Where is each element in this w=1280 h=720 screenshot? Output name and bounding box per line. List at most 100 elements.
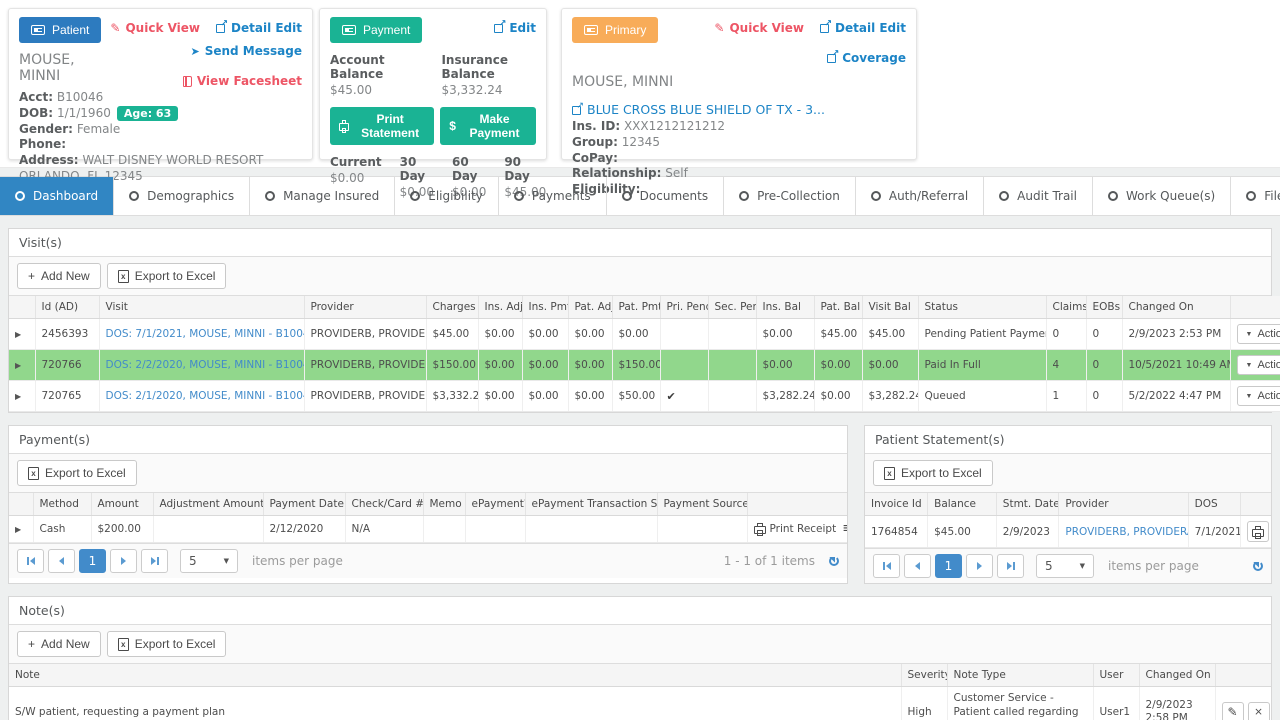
- pager-last-button[interactable]: [141, 548, 168, 573]
- visits-grid: Id (AD) Visit Provider Charges Ins. Adj Ins. …: [9, 296, 1280, 412]
- expand-row-icon[interactable]: ▶: [15, 330, 21, 339]
- payments-pager: 1 5 ▼ items per page 1 - 1 of 1 items: [9, 542, 847, 578]
- page-size-select[interactable]: 5 ▼: [180, 548, 238, 573]
- tab-documents[interactable]: Documents: [607, 177, 725, 215]
- visit-row: ▶ 720765 DOS: 2/1/2020, MOUSE, MINNI - B…: [9, 380, 1280, 412]
- pager-page-1[interactable]: 1: [79, 548, 106, 573]
- expand-row-icon[interactable]: ▶: [15, 392, 21, 401]
- expand-row-icon[interactable]: ▶: [15, 525, 21, 534]
- printer-icon: [339, 120, 349, 133]
- tab-manage-insured[interactable]: Manage Insured: [250, 177, 396, 215]
- print-receipt-button[interactable]: Print Receipt: [753, 522, 836, 536]
- statements-grid: Invoice Id Balance Stmt. Date Provider DOS 1…: [865, 493, 1271, 548]
- notes-header-row: Note Severity Note Type User Changed On: [9, 664, 1271, 687]
- pager-page-1[interactable]: 1: [935, 554, 962, 578]
- statement-print-button[interactable]: [1247, 521, 1270, 542]
- book-icon: [182, 75, 192, 87]
- pager-next-button[interactable]: [110, 548, 137, 573]
- external-link-icon: [572, 101, 584, 115]
- id-card-icon: [584, 25, 598, 35]
- pager-first-button[interactable]: [17, 548, 44, 573]
- notes-export-excel-button[interactable]: x Export to Excel: [106, 631, 227, 657]
- make-payment-button[interactable]: $ Make Payment: [440, 107, 536, 145]
- notes-add-new-button[interactable]: + Add New: [17, 631, 101, 657]
- pager-next-button[interactable]: [966, 554, 993, 578]
- patient-gender-field: Gender: Female: [19, 121, 121, 136]
- statements-panel-title: Patient Statement(s): [865, 426, 1271, 454]
- insurance-plan-link[interactable]: BLUE CROSS BLUE SHIELD OF TX - 3...: [572, 101, 825, 117]
- tab-auth-referral[interactable]: Auth/Referral: [856, 177, 985, 215]
- pager-last-button[interactable]: [997, 554, 1024, 578]
- items-per-page-label: items per page: [1108, 559, 1199, 573]
- patient-quick-view-link[interactable]: ✎ Quick View: [110, 21, 200, 35]
- visit-actions-button[interactable]: ▼Actions: [1236, 355, 1280, 375]
- refresh-icon[interactable]: [829, 555, 839, 566]
- visit-dos-link[interactable]: DOS: 2/2/2020, MOUSE, MINNI - B10046: [106, 359, 305, 371]
- visits-panel-title: Visit(s): [9, 229, 1271, 257]
- statements-panel: Patient Statement(s) x Export to Excel In…: [864, 425, 1272, 584]
- tab-work-queues[interactable]: Work Queue(s): [1093, 177, 1232, 215]
- tab-circle-icon: [739, 191, 750, 201]
- tab-dashboard[interactable]: Dashboard: [0, 177, 115, 215]
- notes-panel-title: Note(s): [9, 597, 1271, 625]
- items-per-page-label: items per page: [252, 553, 343, 568]
- close-icon: ×: [1254, 706, 1263, 719]
- refresh-icon[interactable]: [1253, 561, 1263, 571]
- send-message-link[interactable]: ➤ Send Message: [190, 44, 302, 58]
- primary-badge-button[interactable]: Primary: [572, 17, 659, 43]
- age-badge: Age: 63: [116, 105, 179, 121]
- note-row: S/W patient, requesting a payment plan H…: [9, 686, 1271, 720]
- view-facesheet-link[interactable]: View Facesheet: [182, 74, 302, 88]
- tab-audit-trail[interactable]: Audit Trail: [984, 177, 1093, 215]
- notes-panel: Note(s) + Add New x Export to Excel Note Se…: [8, 596, 1272, 720]
- row-menu-icon[interactable]: ≡: [842, 521, 847, 536]
- excel-icon: x: [28, 466, 39, 480]
- insured-name: MOUSE, MINNI: [572, 74, 674, 90]
- print-statement-button[interactable]: Print Statement: [330, 107, 435, 145]
- payment-badge-button[interactable]: Payment: [330, 17, 423, 43]
- edit-pencil-icon: ✎: [1227, 705, 1238, 720]
- statement-provider-link[interactable]: PROVIDERB, PROVIDERA: [1065, 526, 1188, 538]
- payments-export-excel-button[interactable]: x Export to Excel: [17, 460, 137, 486]
- tab-file-imports[interactable]: File Import(s): [1231, 177, 1280, 215]
- copay-field: CoPay:: [572, 150, 618, 165]
- pager-summary: 1 - 1 of 1 items: [723, 553, 815, 568]
- edit-pencil-icon: ✎: [110, 21, 121, 35]
- id-card-icon: [31, 25, 45, 35]
- tab-eligibility[interactable]: Eligibility: [395, 177, 499, 215]
- expand-row-icon[interactable]: ▶: [15, 361, 21, 370]
- payment-edit-link[interactable]: Edit: [494, 19, 536, 35]
- note-edit-button[interactable]: ✎: [1221, 701, 1244, 720]
- visit-actions-button[interactable]: ▼Actions: [1236, 324, 1280, 344]
- page-size-select[interactable]: 5 ▼: [1036, 554, 1094, 578]
- tab-payments[interactable]: Payments: [499, 177, 607, 215]
- excel-icon: x: [117, 637, 129, 651]
- external-link-icon: [827, 49, 839, 63]
- visits-export-excel-button[interactable]: x Export to Excel: [106, 263, 227, 289]
- statements-export-excel-button[interactable]: x Export to Excel: [873, 460, 993, 486]
- pager-prev-button[interactable]: [48, 548, 75, 573]
- visit-dos-link[interactable]: DOS: 2/1/2020, MOUSE, MINNI - B10046: [106, 390, 305, 402]
- chevron-down-icon: ▼: [223, 556, 229, 565]
- pager-first-button[interactable]: [873, 554, 900, 578]
- coverage-link[interactable]: Coverage: [827, 49, 906, 65]
- pager-prev-button[interactable]: [904, 554, 931, 578]
- patient-badge-button[interactable]: Patient: [19, 17, 102, 43]
- group-field: Group: 12345: [572, 134, 660, 149]
- ins-id-field: Ins. ID: XXX1212121212: [572, 119, 725, 133]
- statements-pager: 1 5 ▼ items per page: [865, 548, 1271, 583]
- external-link-icon: [820, 19, 832, 33]
- tab-demographics[interactable]: Demographics: [114, 177, 251, 215]
- patient-detail-edit-link[interactable]: Detail Edit: [216, 19, 302, 35]
- tab-circle-icon: [129, 191, 140, 201]
- chevron-down-icon: ▼: [1245, 330, 1253, 338]
- note-delete-button[interactable]: ×: [1247, 701, 1270, 720]
- visit-actions-button[interactable]: ▼Actions: [1236, 386, 1280, 406]
- edit-pencil-icon: ✎: [714, 21, 725, 35]
- visit-row-highlighted: ▶ 720766 DOS: 2/2/2020, MOUSE, MINNI - B…: [9, 349, 1280, 381]
- insurance-detail-edit-link[interactable]: Detail Edit: [820, 19, 906, 35]
- visits-add-new-button[interactable]: + Add New: [17, 263, 101, 289]
- tab-pre-collection[interactable]: Pre-Collection: [724, 177, 856, 215]
- insurance-quick-view-link[interactable]: ✎ Quick View: [714, 21, 804, 35]
- visit-dos-link[interactable]: DOS: 7/1/2021, MOUSE, MINNI - B10046: [106, 328, 305, 340]
